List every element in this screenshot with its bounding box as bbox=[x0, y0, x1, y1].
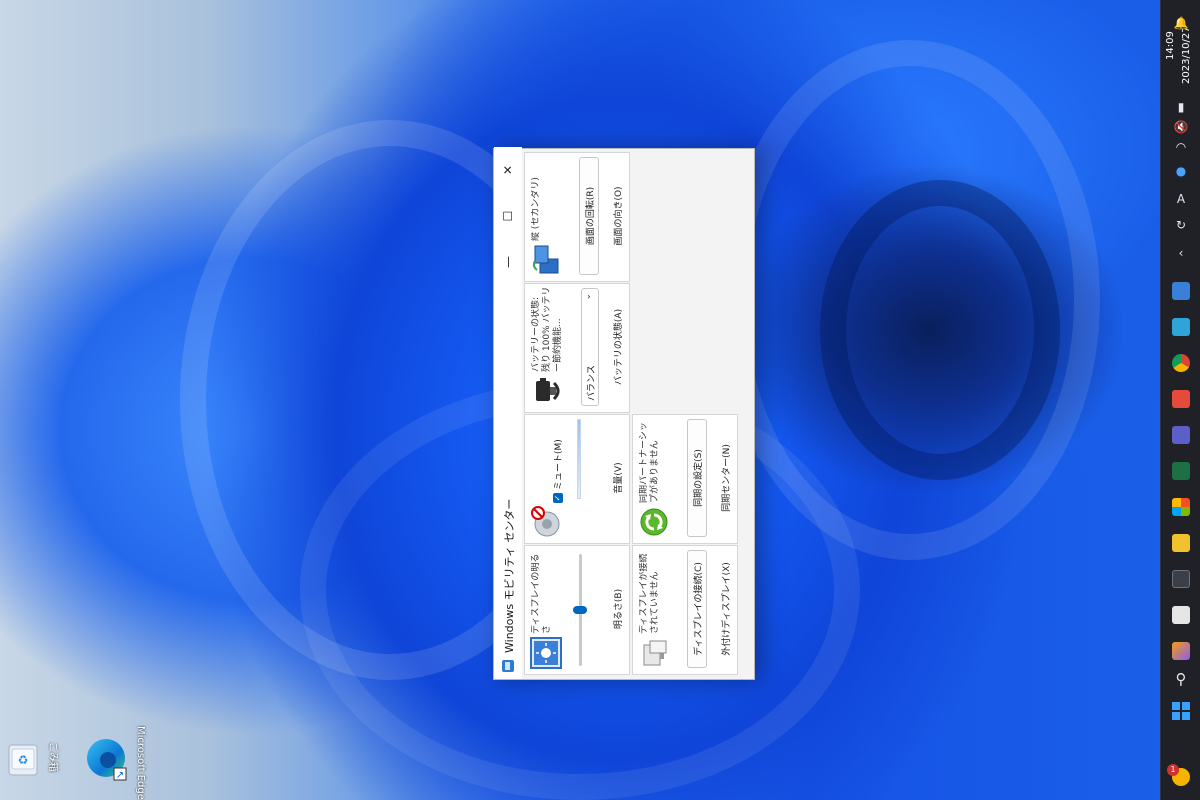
control-panel-icon bbox=[1172, 318, 1190, 336]
wifi-icon: ◠ bbox=[1175, 140, 1187, 154]
sync-center-tile: 同期パートナーシップがありません 同期の設定(S) 同期センター(N) bbox=[632, 414, 738, 544]
power-plan-select[interactable]: バランス ⌄ bbox=[581, 288, 599, 406]
minimize-button[interactable]: — bbox=[494, 239, 522, 285]
brightness-tile: ディスプレイの明るさ 明るさ(B) bbox=[524, 545, 630, 675]
brightness-caption: 明るさ(B) bbox=[614, 588, 624, 630]
rotation-caption: 画面の向き(O) bbox=[614, 186, 624, 246]
excel-icon bbox=[1172, 462, 1190, 480]
taskbar-app-teams[interactable] bbox=[1161, 420, 1200, 450]
rotate-screen-button[interactable]: 画面の回転(R) bbox=[579, 157, 599, 275]
bell-icon: 🔔 bbox=[1173, 16, 1189, 30]
sync-tray-icon: ↻ bbox=[1175, 218, 1187, 232]
start-button[interactable] bbox=[1161, 696, 1200, 726]
orientation-text: 縦 (セカンダリ) bbox=[531, 177, 541, 241]
task-view-icon bbox=[1172, 606, 1190, 624]
speaker-muted-icon bbox=[531, 506, 560, 537]
sync-center-caption: 同期センター(N) bbox=[722, 444, 732, 512]
screen-rotation-icon bbox=[532, 245, 559, 274]
edge-shortcut[interactable]: ↗ bbox=[84, 736, 130, 782]
show-hidden-icons-button[interactable]: ‹ bbox=[1161, 238, 1200, 268]
taskbar-app-store-red[interactable] bbox=[1161, 384, 1200, 414]
taskbar-widgets[interactable] bbox=[1161, 636, 1200, 666]
taskbar-app-excel[interactable] bbox=[1161, 456, 1200, 486]
volume-tile: ✓ ミュート(M) 音量(V) bbox=[524, 414, 630, 544]
wallpaper-swirl bbox=[820, 180, 1060, 480]
store-icon bbox=[1172, 498, 1190, 516]
mobility-center-app-icon bbox=[502, 660, 514, 672]
chevron-down-icon: ⌄ bbox=[583, 293, 593, 301]
external-display-tile: ディスプレイが接続されていません ディスプレイの接続(C) 外付けディスプレイ(… bbox=[632, 545, 738, 675]
title-bar[interactable]: Windows モビリティ センター — ☐ ✕ bbox=[494, 147, 522, 679]
recycle-bin-icon: ♻ bbox=[8, 744, 38, 776]
recycle-bin[interactable]: ♻ bbox=[6, 740, 42, 780]
taskbar-app-mobility[interactable] bbox=[1161, 276, 1200, 306]
close-button[interactable]: ✕ bbox=[494, 147, 522, 193]
taskbar: 14:09 2023/10/27 🔔 ▮ 🔇 ◠ ● A ↻ ‹ ⚲ 1 bbox=[1160, 0, 1200, 800]
taskbar-task-view[interactable] bbox=[1161, 600, 1200, 630]
svg-text:♻: ♻ bbox=[18, 753, 29, 767]
battery-plug-icon bbox=[536, 378, 560, 401]
brightness-text: ディスプレイの明るさ bbox=[531, 553, 552, 634]
mute-label: ミュート(M) bbox=[554, 439, 564, 490]
taskbar-app-explorer[interactable] bbox=[1161, 528, 1200, 558]
mute-checkbox[interactable]: ✓ ミュート(M) bbox=[551, 439, 564, 503]
rotation-tile: 縦 (セカンダリ) 画面の回転(R) 画面の向き(O) bbox=[524, 152, 630, 282]
tiles-area: ディスプレイの明るさ 明るさ(B) ✓ ミュート(M) 音量(V) バッテリーの… bbox=[524, 151, 752, 675]
external-display-icon bbox=[643, 640, 667, 666]
chrome-icon bbox=[1172, 354, 1190, 372]
app-tray-icon: ● bbox=[1175, 164, 1187, 178]
battery-status-text: バッテリーの状態: 残り 100% バッテリー節約機能... bbox=[531, 286, 563, 372]
edge-icon: ↗ bbox=[87, 739, 127, 781]
brightness-slider-thumb[interactable] bbox=[573, 606, 587, 614]
chevron-left-icon: ‹ bbox=[1178, 246, 1184, 260]
edge-label: Microsoft Edge bbox=[135, 726, 146, 800]
volume-slider[interactable] bbox=[577, 419, 581, 499]
notification-badge-app[interactable]: 1 bbox=[1161, 762, 1200, 792]
power-plan-value: バランス bbox=[587, 365, 597, 401]
taskbar-search[interactable]: ⚲ bbox=[1161, 664, 1200, 694]
teams-icon bbox=[1172, 426, 1190, 444]
connect-display-button[interactable]: ディスプレイの接続(C) bbox=[687, 550, 707, 668]
svg-text:↗: ↗ bbox=[116, 770, 124, 781]
brightness-icon bbox=[530, 637, 562, 669]
ime-letter: A bbox=[1176, 192, 1186, 206]
sync-status-text: 同期パートナーシップがありません bbox=[639, 422, 660, 503]
taskbar-app-media[interactable] bbox=[1161, 564, 1200, 594]
notification-bell-button[interactable]: 🔔 bbox=[1161, 8, 1200, 38]
taskbar-app-store[interactable] bbox=[1161, 492, 1200, 522]
folder-icon bbox=[1172, 534, 1190, 552]
taskbar-app-control-panel[interactable] bbox=[1161, 312, 1200, 342]
sync-icon bbox=[640, 508, 668, 536]
widgets-icon bbox=[1172, 642, 1190, 660]
sync-settings-button[interactable]: 同期の設定(S) bbox=[687, 419, 707, 537]
window-title: Windows モビリティ センター bbox=[503, 498, 516, 653]
mobility-center-window: Windows モビリティ センター — ☐ ✕ ディスプレイの明るさ 明るさ(… bbox=[493, 147, 755, 680]
maximize-button[interactable]: ☐ bbox=[494, 193, 522, 239]
battery-tile: バッテリーの状態: 残り 100% バッテリー節約機能... バランス ⌄ バッ… bbox=[524, 283, 630, 413]
tray-app[interactable]: ● bbox=[1161, 156, 1200, 186]
mobility-center-icon bbox=[1172, 282, 1190, 300]
mobility-center-window-frame: Windows モビリティ センター — ☐ ✕ ディスプレイの明るさ 明るさ(… bbox=[493, 147, 755, 680]
notification-badge: 1 bbox=[1167, 764, 1179, 776]
sync-tray[interactable]: ↻ bbox=[1161, 210, 1200, 240]
mute-check-icon: ✓ bbox=[552, 493, 563, 503]
display-status-text: ディスプレイが接続されていません bbox=[639, 553, 660, 634]
media-icon bbox=[1172, 570, 1190, 588]
volume-caption: 音量(V) bbox=[614, 462, 624, 494]
windows-logo-icon bbox=[1172, 702, 1190, 720]
taskbar-app-chrome[interactable] bbox=[1161, 348, 1200, 378]
search-icon: ⚲ bbox=[1175, 670, 1187, 688]
app-icon bbox=[1172, 390, 1190, 408]
battery-caption: バッテリの状態(A) bbox=[614, 308, 624, 386]
recycle-bin-label: ごみ箱 bbox=[47, 742, 58, 772]
external-display-caption: 外付けディスプレイ(X) bbox=[722, 562, 732, 656]
